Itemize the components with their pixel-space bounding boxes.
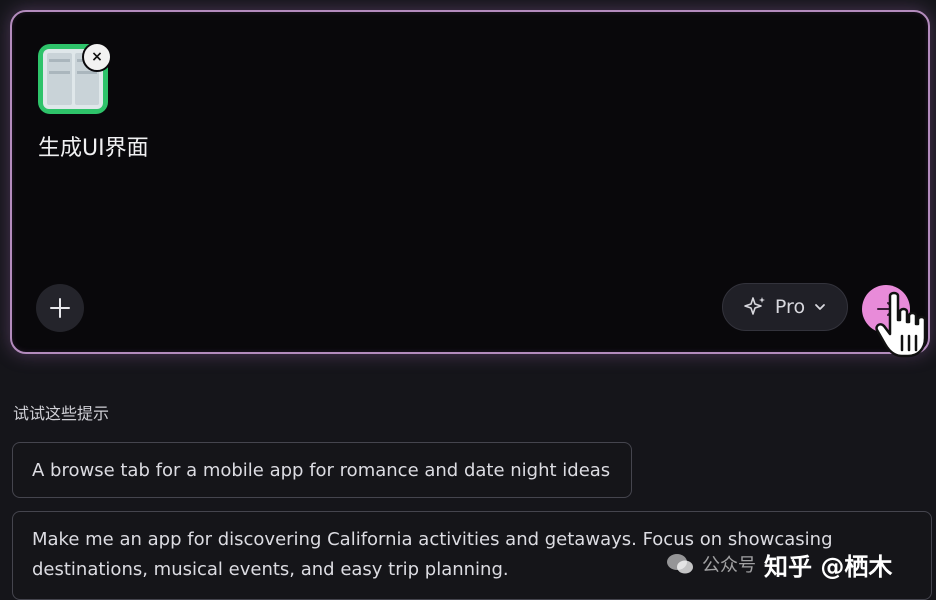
prompt-card[interactable]: × 生成UI界面 Pro	[10, 10, 930, 354]
watermark-site-text: 知乎 @栖木	[764, 552, 893, 581]
watermark-wechat-text: 公众号	[702, 555, 756, 576]
prompt-input[interactable]: 生成UI界面	[38, 130, 149, 162]
suggestions-heading: 试试这些提示	[13, 404, 110, 423]
plus-icon	[50, 298, 70, 318]
remove-attachment-button[interactable]: ×	[82, 42, 112, 72]
hand-cursor-icon	[875, 291, 927, 358]
wechat-icon	[667, 554, 693, 574]
suggestion-chip[interactable]: A browse tab for a mobile app for romanc…	[12, 442, 632, 498]
model-label: Pro	[774, 296, 806, 318]
sparkle-icon	[744, 297, 765, 315]
close-icon: ×	[91, 49, 103, 65]
watermark: 公众号 知乎 @栖木	[666, 544, 892, 584]
chevron-down-icon	[815, 304, 825, 310]
add-button[interactable]	[36, 284, 84, 332]
model-select[interactable]: Pro	[722, 283, 848, 331]
preview-column	[47, 53, 72, 105]
